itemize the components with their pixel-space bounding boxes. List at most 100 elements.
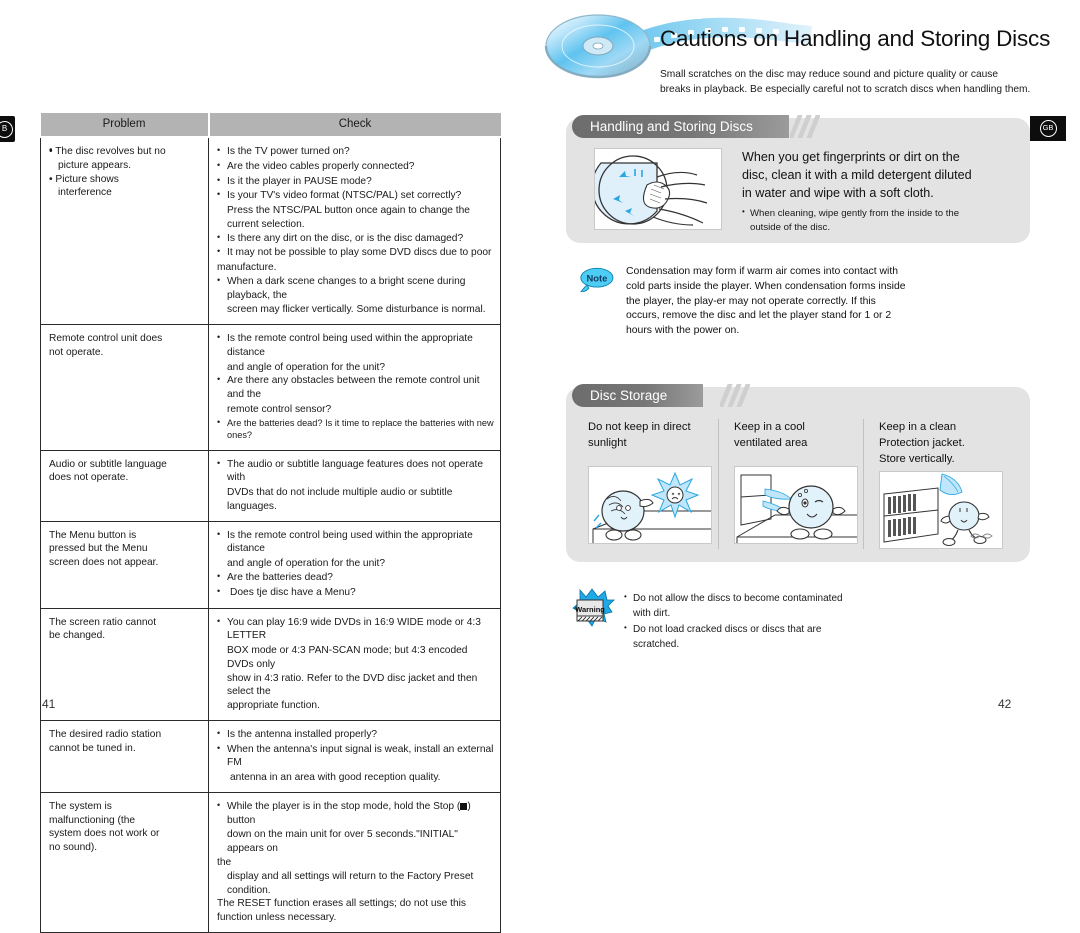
- troubleshooting-table: Problem Check • The disc revolves but no…: [40, 113, 501, 933]
- problem-line: system does not work or: [49, 828, 160, 840]
- stop-button-icon: [460, 802, 468, 810]
- disc-character-near-window-illustration: [734, 465, 858, 544]
- manual-spread: B Problem Check • The disc revolves but …: [0, 0, 1080, 933]
- table-row: Remote control unit does not operate. Is…: [40, 324, 501, 451]
- check-item: When a dark scene changes to a bright sc…: [217, 274, 494, 303]
- check-item: Does tje disc have a Menu?: [217, 585, 494, 600]
- check-cell: Is the remote control being used within …: [208, 324, 501, 451]
- problem-line: not operate.: [49, 346, 104, 358]
- storage-column-jacket: Keep in a clean Protection jacket. Store…: [879, 420, 1009, 549]
- storage-caption-line: ventilated area: [734, 436, 808, 449]
- check-item: Is it the player in PAUSE mode?: [217, 174, 494, 189]
- check-item: Is your TV's video format (NTSC/PAL) set…: [217, 188, 494, 203]
- page-number-right: 42: [998, 697, 1012, 711]
- note-text: Condensation may form if warm air comes …: [626, 266, 906, 337]
- problem-line: The system is: [49, 800, 112, 812]
- handling-body-line: in water and wipe with a soft cloth.: [742, 186, 934, 200]
- handling-section-title: Handling and Storing Discs: [572, 115, 789, 138]
- warning-line: Do not load cracked discs or discs that …: [633, 624, 822, 635]
- check-item: Are there any obstacles between the remo…: [217, 374, 494, 402]
- subtitle-line: breaks in playback. Be especially carefu…: [660, 83, 1031, 95]
- problem-line: be changed.: [49, 630, 106, 642]
- check-continuation: manufacture.: [217, 262, 277, 274]
- check-item: Is the TV power turned on?: [217, 144, 494, 159]
- problem-cell: The desired radio station cannot be tune…: [40, 719, 209, 793]
- page-header: Cautions on Handling and Storing Discs S…: [530, 6, 1080, 106]
- problem-line: Audio or subtitle language: [49, 458, 167, 470]
- problem-line: does not operate.: [49, 472, 129, 484]
- check-item: It may not be possible to play some DVD …: [217, 245, 494, 260]
- disc-character-with-shelf-illustration: [879, 470, 1003, 549]
- check-cell: Is the TV power turned on? Are the video…: [208, 136, 501, 326]
- problem-cell: Audio or subtitle language does not oper…: [40, 449, 209, 522]
- header-slashes: [790, 115, 820, 138]
- check-item: Are the batteries dead?: [217, 570, 494, 585]
- warning-item: Do not load cracked discs or discs that …: [624, 622, 924, 638]
- warning-text: Do not allow the discs to become contami…: [624, 591, 924, 652]
- problem-line: The desired radio station: [49, 728, 162, 740]
- handling-bullet-line: When cleaning, wipe gently from the insi…: [750, 208, 960, 219]
- page-number-left: 41: [42, 697, 56, 711]
- right-page: Cautions on Handling and Storing Discs S…: [520, 0, 1080, 763]
- handling-bullet-line: outside of the disc.: [750, 221, 830, 233]
- table-row: The screen ratio cannot be changed. You …: [40, 607, 501, 721]
- hand-wiping-disc-illustration: [594, 148, 722, 230]
- svg-text:Warning: Warning: [575, 605, 605, 614]
- storage-caption-line: Keep in a cool: [734, 421, 805, 433]
- storage-section-header: Disc Storage: [572, 384, 750, 407]
- left-page: B Problem Check • The disc revolves but …: [0, 0, 520, 933]
- edge-region-badge: B: [0, 116, 15, 142]
- check-text: While the player is in the stop mode, ho…: [227, 800, 461, 812]
- check-continuation: and angle of operation for the unit?: [227, 361, 386, 373]
- problem-line: interference: [58, 187, 112, 199]
- handling-section-header: Handling and Storing Discs: [572, 115, 820, 138]
- storage-column-ventilated: Keep in a cool ventilated area: [734, 420, 858, 544]
- storage-caption-line: Protection jacket.: [879, 436, 965, 449]
- check-continuation: remote control sensor?: [227, 404, 332, 416]
- check-item: When the antenna's input signal is weak,…: [217, 742, 494, 771]
- handling-bullet: When cleaning, wipe gently from the insi…: [742, 206, 1012, 221]
- storage-column-sunlight: Do not keep in direct sunlight: [588, 420, 712, 544]
- check-item: Are the video cables properly connected?: [217, 159, 494, 174]
- table-row: The system is malfunctioning (the system…: [40, 791, 501, 933]
- check-continuation: function unless necessary.: [217, 912, 337, 924]
- check-item: The audio or subtitle language features …: [217, 457, 494, 486]
- check-continuation: DVDs that do not include multiple audio …: [227, 487, 453, 512]
- check-continuation: show in 4:3 ratio. Refer to the DVD disc…: [227, 672, 478, 698]
- column-divider: [718, 419, 719, 549]
- problem-line: The Menu button is: [49, 529, 137, 541]
- warning-line: Do not allow the discs to become contami…: [633, 593, 843, 604]
- check-continuation: BOX mode or 4:3 PAN-SCAN mode; but 4:3 e…: [227, 645, 468, 670]
- region-badge-label: GB: [1039, 120, 1057, 137]
- problem-line: screen does not appear.: [49, 557, 159, 569]
- warning-line: with dirt.: [633, 607, 671, 619]
- check-continuation: down on the main unit for over 5 seconds…: [227, 829, 458, 855]
- warning-item: Do not allow the discs to become contami…: [624, 591, 924, 607]
- storage-caption-line: Do not keep in direct: [588, 421, 691, 433]
- check-item: Are the batteries dead? Is it time to re…: [217, 416, 494, 442]
- problem-line: pressed but the Menu: [49, 543, 148, 555]
- problem-line: • The disc revolves but no: [49, 144, 202, 159]
- check-continuation: screen may flicker vertically. Some dist…: [227, 304, 486, 316]
- check-item: Is the remote control being used within …: [217, 331, 494, 360]
- page-title: Cautions on Handling and Storing Discs: [660, 26, 1051, 51]
- storage-caption-line: Keep in a clean: [879, 421, 957, 433]
- handling-body-line: disc, clean it with a mild detergent dil…: [742, 168, 972, 182]
- column-header-problem: Problem: [40, 113, 210, 138]
- check-item: Is there any dirt on the disc, or is the…: [217, 231, 494, 246]
- problem-cell: The Menu button is pressed but the Menu …: [40, 520, 209, 609]
- subtitle-line: Small scratches on the disc may reduce s…: [660, 69, 999, 80]
- header-slashes: [720, 384, 750, 407]
- warning-line: scratched.: [633, 638, 680, 650]
- problem-cell: Remote control unit does not operate.: [40, 324, 209, 451]
- problem-cell: The screen ratio cannot be changed.: [40, 607, 209, 721]
- problem-cell: • The disc revolves but no picture appea…: [40, 136, 209, 326]
- column-header-check: Check: [208, 113, 501, 138]
- storage-section-title: Disc Storage: [572, 384, 704, 407]
- handling-panel: Handling and Storing Discs When you get …: [566, 115, 1030, 243]
- check-continuation: appropriate function.: [227, 700, 320, 712]
- warning-box: Warning Do not allow the discs to become…: [572, 588, 952, 658]
- check-cell: You can play 16:9 wide DVDs in 16:9 WIDE…: [208, 607, 501, 721]
- storage-panel: Disc Storage Do not keep in direct sunli…: [566, 384, 1030, 562]
- check-item: While the player is in the stop mode, ho…: [217, 799, 494, 828]
